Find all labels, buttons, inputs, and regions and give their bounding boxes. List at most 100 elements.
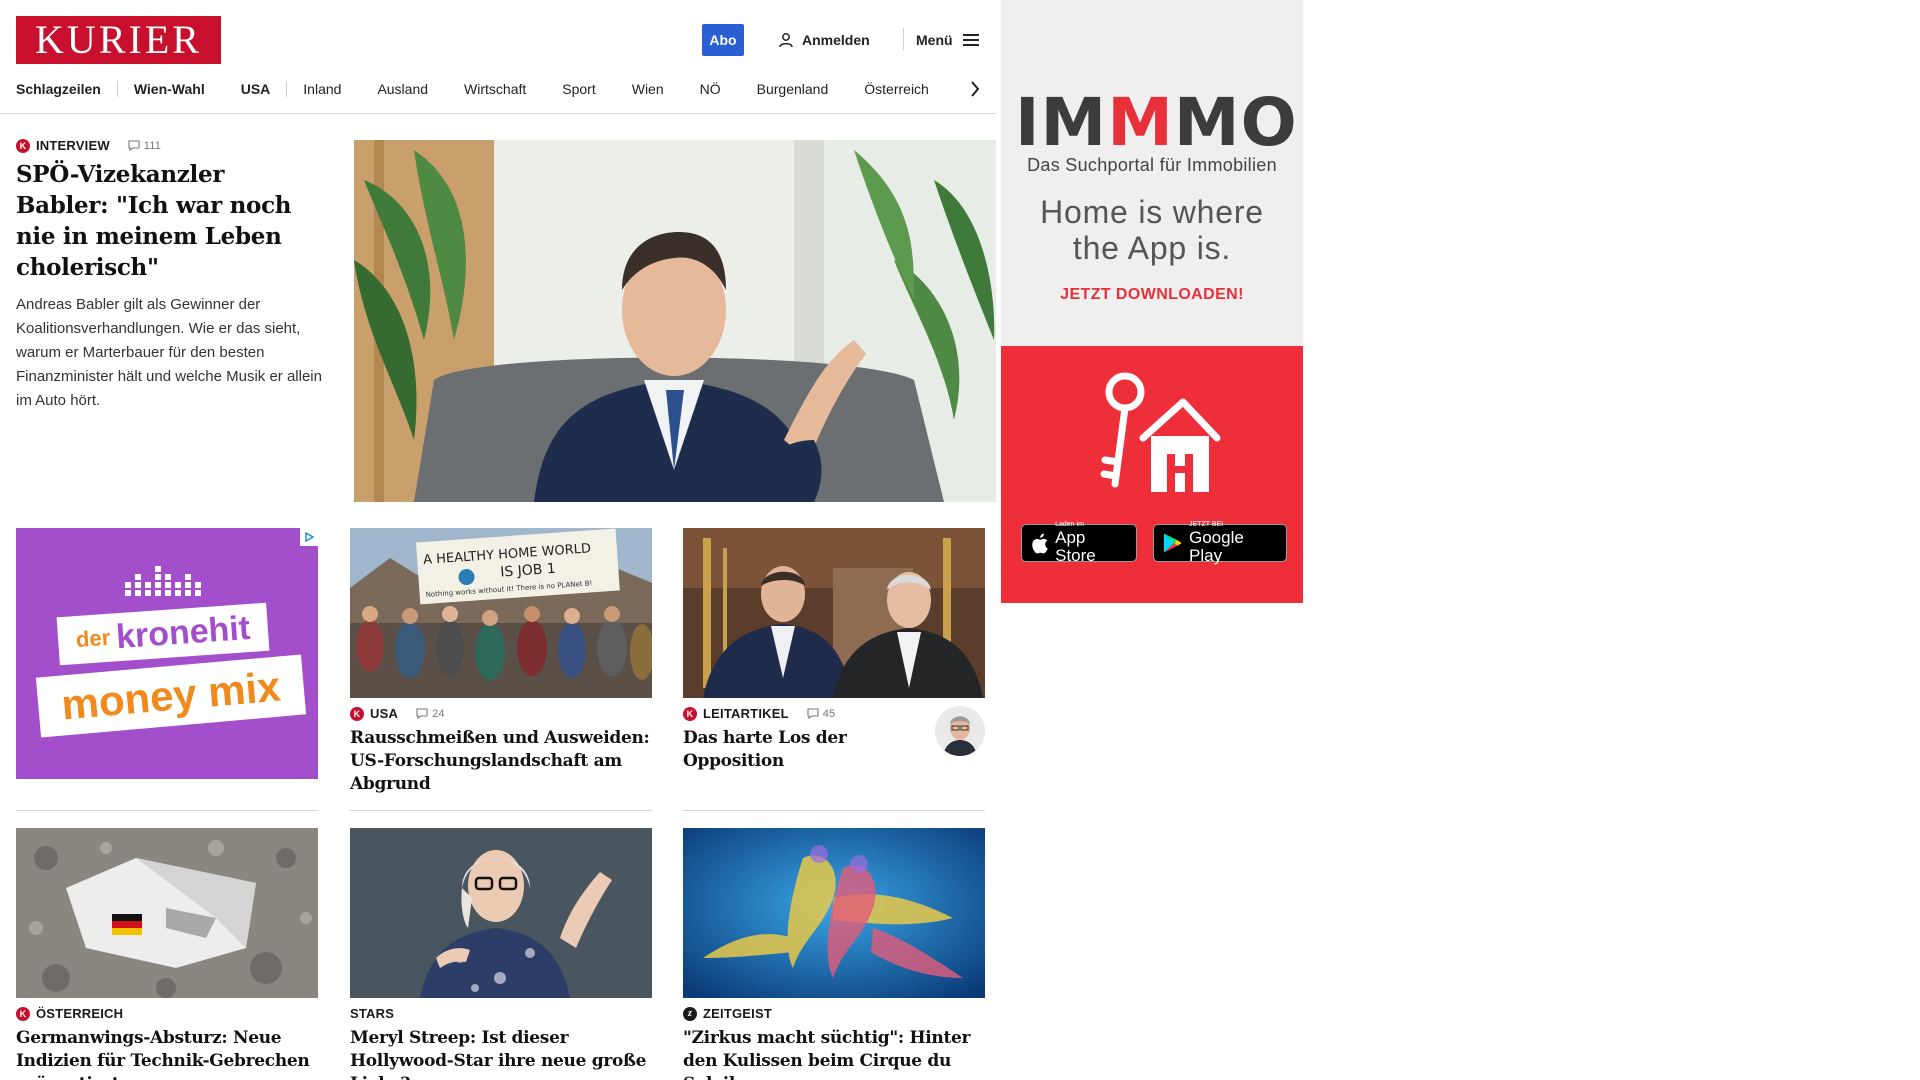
google-play-large-label: Google Play [1189,528,1244,565]
menu-button[interactable]: Menü [916,24,979,56]
article-headline[interactable]: Meryl Streep: Ist dieser Hollywood-Star … [350,1027,652,1080]
comment-count[interactable]: 24 [416,708,445,720]
immmo-logo-part-1: IM [1015,84,1108,161]
meryl-streep-image[interactable] [350,828,652,998]
germanwings-image[interactable] [16,828,318,998]
app-store-button[interactable]: Laden im App Store [1021,521,1137,565]
logo-text: KURIER [35,17,202,62]
comment-icon [128,140,140,151]
article-headline[interactable]: Das harte Los der Opposition [683,727,923,773]
kronehit-der: der [75,624,112,653]
nav-item-wirtschaft[interactable]: Wirtschaft [464,76,526,102]
abo-button[interactable]: Abo [702,24,744,56]
kronehit-ad[interactable]: der kronehit money mix [16,528,318,779]
hamburger-icon [962,34,979,46]
section-divider [350,810,652,811]
nav-item-wien-wahl[interactable]: Wien-Wahl [134,76,205,102]
comment-count-value: 111 [143,139,162,152]
category-label[interactable]: ÖSTERREICH [36,1006,123,1021]
section-nav: Schlagzeilen Wien-Wahl USA Inland Auslan… [16,76,986,102]
house-key-icon [1100,372,1221,492]
category-label[interactable]: ZEITGEIST [703,1006,772,1021]
immmo-logo-part-3: MO [1173,84,1298,161]
google-play-button[interactable]: JETZT BEI Google Play [1153,521,1287,565]
kronehit-money-box: money mix [35,654,307,738]
usa-article-image[interactable]: A HEALTHY HOME WORLD IS JOB 1 Nothing wo… [350,528,652,698]
leitartikel-image[interactable] [683,528,985,698]
article-category: STARS [350,1006,652,1021]
immmo-slogan-line-1: Home is where [1040,194,1264,230]
kurier-k-icon: K [16,138,30,153]
immmo-tagline: Das Suchportal für Immobilien [1027,155,1277,175]
article-category: K INTERVIEW 111 [16,138,322,153]
nav-scroll-right-button[interactable] [964,76,986,102]
nav-item-wien[interactable]: Wien [632,76,664,102]
kronehit-brand: kronehit [114,608,252,656]
article-category: z ZEITGEIST [683,1006,985,1021]
kronehit-label-box: der kronehit [56,602,270,666]
app-store-large-label: App Store [1055,528,1096,565]
cirque-du-soleil-image[interactable] [683,828,985,998]
comment-count-value: 45 [822,707,836,720]
category-label[interactable]: STARS [350,1006,394,1021]
app-store-text: Laden im App Store [1055,521,1127,565]
immmo-slogan: Home is where the App is. [1001,194,1303,266]
article-category: K USA 24 [350,706,652,721]
kurier-logo[interactable]: KURIER [16,16,221,64]
apple-icon [1032,533,1048,553]
nav-item-burgenland[interactable]: Burgenland [757,76,829,102]
article-headline[interactable]: Rausschmeißen und Ausweiden: US-Forschun… [350,727,652,796]
google-play-icon [1163,533,1182,553]
comment-icon [807,708,819,719]
header-divider [903,28,904,50]
google-play-text: JETZT BEI Google Play [1189,521,1277,565]
article-category: K ÖSTERREICH [16,1006,318,1021]
section-divider [16,810,318,811]
zeitgeist-z-icon: z [683,1006,697,1021]
kurier-k-icon: K [683,706,697,721]
nav-item-ausland[interactable]: Ausland [377,76,428,102]
nav-item-usa[interactable]: USA [241,76,271,102]
usa-article: K USA 24 Rausschmeißen und Ausweiden: US… [350,706,652,796]
comment-count-value: 24 [432,707,445,720]
immmo-logo: IMMMO [1015,90,1297,156]
immmo-ad[interactable]: IMMMO Das Suchportal für Immobilien Home… [1001,0,1303,603]
category-label[interactable]: USA [370,706,398,721]
immmo-download-link[interactable]: JETZT DOWNLOADEN! [1001,286,1303,304]
stars-article: STARS Meryl Streep: Ist dieser Hollywood… [350,1006,652,1080]
lead-headline[interactable]: SPÖ-Vizekanzler Babler: "Ich war noch ni… [16,159,322,283]
nav-item-noe[interactable]: NÖ [700,76,721,102]
kronehit-money-mix: money mix [59,662,283,729]
comment-count[interactable]: 45 [807,708,836,720]
article-headline[interactable]: "Zirkus macht süchtig": Hinter den Kulis… [683,1027,985,1080]
nav-divider [286,81,288,97]
author-avatar[interactable] [935,706,985,756]
germanwings-article: K ÖSTERREICH Germanwings-Absturz: Neue I… [16,1006,318,1080]
site-header: KURIER Abo Anmelden Menü Schlagzeilen Wi… [0,0,996,114]
lead-teaser: Andreas Babler gilt als Gewinner der Koa… [16,296,322,409]
category-label[interactable]: INTERVIEW [36,138,110,153]
nav-divider [116,81,118,97]
login-label: Anmelden [802,32,870,48]
menu-label: Menü [916,32,953,48]
kurier-k-icon: K [350,706,364,721]
comment-count[interactable]: 111 [128,140,161,152]
nav-item-inland[interactable]: Inland [303,76,341,102]
comment-icon [416,708,428,719]
article-headline[interactable]: Germanwings-Absturz: Neue Indizien für T… [16,1027,318,1080]
adchoices-icon[interactable] [300,528,318,546]
section-divider [683,810,985,811]
lead-article: K INTERVIEW 111 SPÖ-Vizekanzler Babler: … [16,138,322,413]
lead-article-image[interactable] [354,140,996,502]
chevron-right-icon [971,81,980,97]
user-icon [779,33,793,48]
kronehit-crown-icon [125,566,201,596]
nav-item-sport[interactable]: Sport [562,76,595,102]
immmo-app-panel: Laden im App Store JETZT BEI Google Play [1001,346,1303,603]
nav-item-oesterreich[interactable]: Österreich [864,76,929,102]
login-button[interactable]: Anmelden [778,24,870,56]
kurier-k-icon: K [16,1006,30,1021]
category-label[interactable]: LEITARTIKEL [703,706,789,721]
nav-item-schlagzeilen[interactable]: Schlagzeilen [16,76,101,102]
immmo-logo-part-2: M [1107,84,1174,161]
